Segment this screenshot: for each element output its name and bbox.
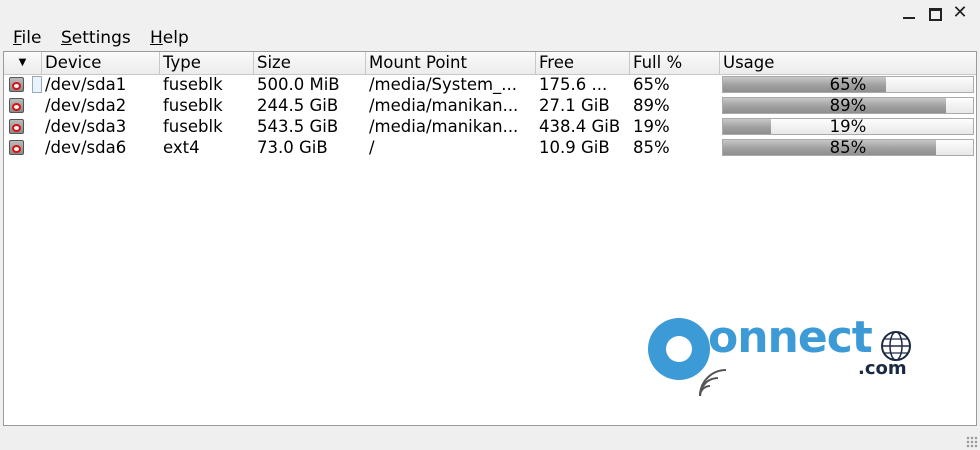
cell-mount-point: /media/manikan...	[369, 96, 519, 115]
table-header: ▼ Device Type Size Mount Point Free Full…	[4, 52, 976, 75]
menu-help[interactable]: Help	[150, 28, 189, 48]
close-button[interactable]: ✕	[951, 4, 969, 22]
menu-bar: File Settings Help	[0, 26, 980, 50]
usage-bar: 89%	[722, 97, 974, 114]
cell-full-percent: 65%	[633, 75, 670, 94]
menu-file-label: ile	[21, 28, 42, 48]
wifi-signal-icon	[699, 369, 727, 397]
column-type[interactable]: Type	[160, 52, 254, 74]
usage-bar: 65%	[722, 76, 974, 93]
table-row[interactable]: /dev/sda3 fuseblk 543.5 GiB /media/manik…	[4, 116, 976, 137]
cell-device: /dev/sda6	[45, 138, 127, 157]
column-full-percent[interactable]: Full %	[630, 52, 720, 74]
drive-icon	[9, 119, 24, 134]
table-row[interactable]: /dev/sda2 fuseblk 244.5 GiB /media/manik…	[4, 95, 976, 116]
menu-settings[interactable]: Settings	[61, 28, 131, 48]
cell-mount-point: /	[369, 138, 375, 157]
cell-size: 543.5 GiB	[257, 117, 339, 136]
row-focus-cursor	[32, 76, 42, 93]
maximize-button[interactable]	[926, 4, 944, 22]
usage-bar-label: 85%	[829, 138, 867, 157]
cell-device: /dev/sda1	[45, 75, 127, 94]
column-size[interactable]: Size	[254, 52, 366, 74]
cell-type: fuseblk	[163, 117, 223, 136]
cell-type: ext4	[163, 138, 200, 157]
column-free[interactable]: Free	[536, 52, 630, 74]
cell-size: 73.0 GiB	[257, 138, 328, 157]
usage-bar-label: 89%	[829, 96, 867, 115]
minimize-button[interactable]	[900, 4, 918, 22]
drive-icon	[9, 140, 24, 155]
menu-settings-mnemonic: S	[61, 28, 72, 48]
logo-domain-suffix: .com	[858, 358, 907, 379]
status-bar	[0, 428, 980, 450]
column-mount-point[interactable]: Mount Point	[366, 52, 536, 74]
logo-wordmark: onnect	[708, 312, 873, 363]
cell-device: /dev/sda2	[45, 96, 127, 115]
usage-bar: 85%	[722, 139, 974, 156]
table-row[interactable]: /dev/sda1 fuseblk 500.0 MiB /media/Syste…	[4, 74, 976, 95]
menu-file-mnemonic: F	[13, 28, 22, 48]
cell-full-percent: 19%	[633, 117, 670, 136]
cell-free: 438.4 GiB	[539, 117, 621, 136]
cell-type: fuseblk	[163, 75, 223, 94]
cell-free: 27.1 GiB	[539, 96, 610, 115]
sort-column-header[interactable]: ▼	[4, 52, 42, 74]
cell-full-percent: 85%	[633, 138, 670, 157]
cell-mount-point: /media/manikan...	[369, 117, 519, 136]
menu-settings-label: ettings	[71, 28, 131, 48]
usage-bar-label: 65%	[829, 75, 867, 94]
cell-full-percent: 89%	[633, 96, 670, 115]
drive-icon	[9, 77, 24, 92]
connect-watermark-logo: onnect .com	[648, 298, 928, 398]
cell-type: fuseblk	[163, 96, 223, 115]
menu-help-mnemonic: H	[150, 28, 163, 48]
column-device[interactable]: Device	[42, 52, 160, 74]
cell-size: 244.5 GiB	[257, 96, 339, 115]
menu-file[interactable]: File	[13, 28, 41, 48]
cell-size: 500.0 MiB	[257, 75, 340, 94]
title-bar: ✕	[0, 0, 980, 26]
table-row[interactable]: /dev/sda6 ext4 73.0 GiB / 10.9 GiB 85% 8…	[4, 137, 976, 158]
column-usage[interactable]: Usage	[720, 52, 976, 74]
menu-help-label: elp	[162, 28, 189, 48]
cell-mount-point: /media/System_...	[369, 75, 518, 94]
drive-icon	[9, 98, 24, 113]
usage-bar: 19%	[722, 118, 974, 135]
sort-down-icon: ▼	[18, 57, 27, 68]
usage-bar-label: 19%	[829, 117, 867, 136]
cell-device: /dev/sda3	[45, 117, 127, 136]
cell-free: 10.9 GiB	[539, 138, 610, 157]
cell-free: 175.6 ...	[539, 75, 608, 94]
resize-grip[interactable]	[966, 436, 978, 448]
